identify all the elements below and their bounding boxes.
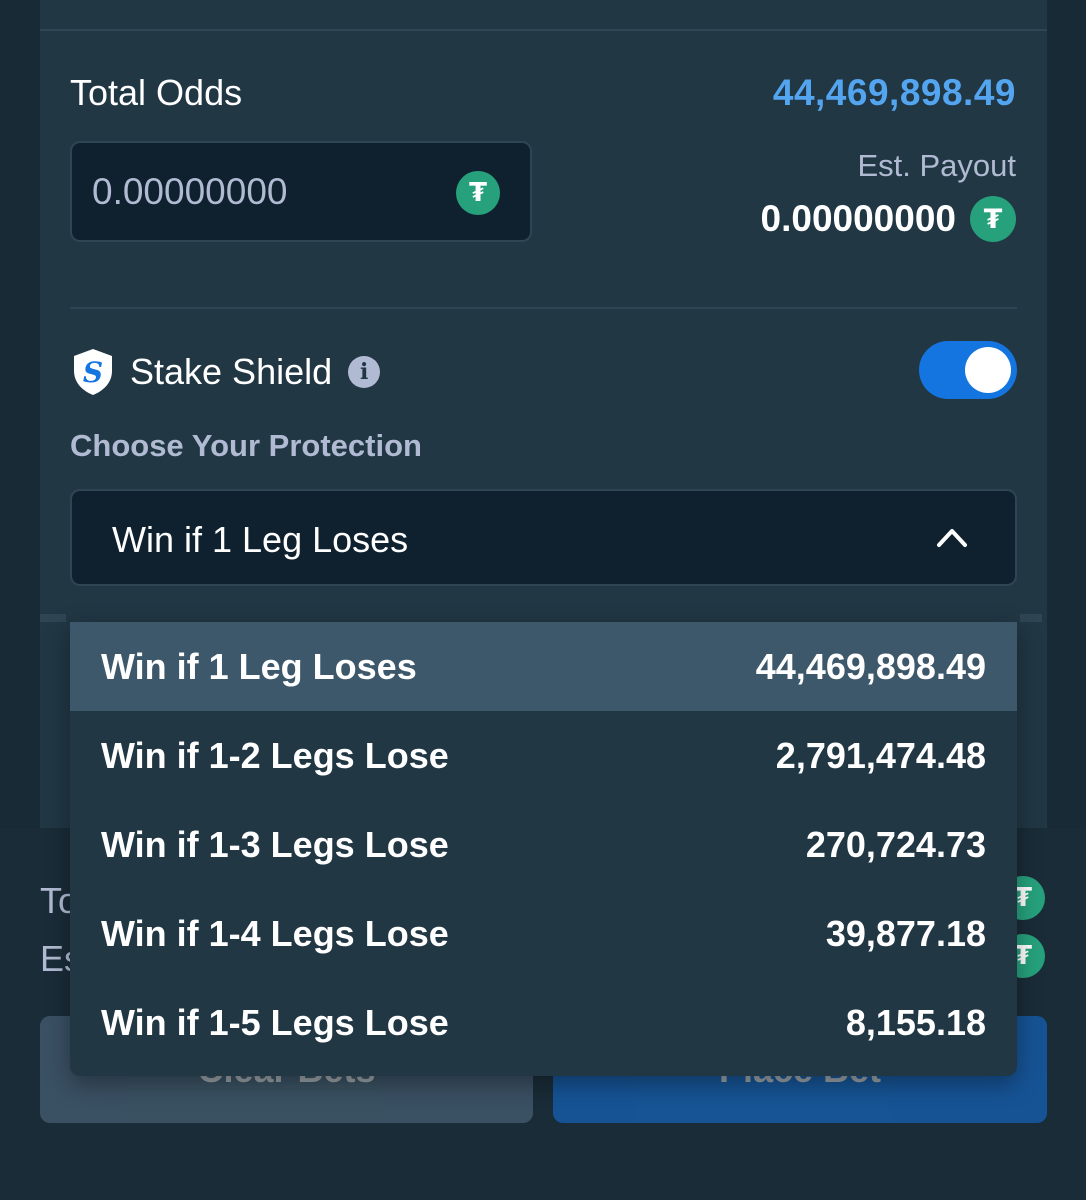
- est-payout-value: 0.00000000: [760, 198, 956, 239]
- total-odds-label: Total Odds: [70, 72, 243, 113]
- tether-icon: ₮: [970, 196, 1016, 242]
- option-odds: 39,877.18: [825, 912, 986, 954]
- panel-edge: [40, 614, 66, 622]
- protection-option[interactable]: Win if 1-4 Legs Lose 39,877.18: [70, 889, 1017, 978]
- protection-dropdown: Win if 1 Leg Loses 44,469,898.49 Win if …: [70, 622, 1017, 1076]
- shield-icon: S: [74, 349, 112, 395]
- est-payout-row: 0.00000000 ₮: [761, 196, 1016, 242]
- stake-shield-label: Stake Shield: [130, 351, 333, 392]
- svg-text:S: S: [83, 356, 103, 389]
- total-odds-value: 44,469,898.49: [772, 72, 1016, 113]
- choose-protection-label: Choose Your Protection: [70, 428, 422, 463]
- stake-shield-toggle[interactable]: [919, 341, 1017, 399]
- stake-shield-row: S Stake Shield i: [70, 345, 381, 399]
- option-label: Win if 1-2 Legs Lose: [101, 734, 449, 776]
- protection-option[interactable]: Win if 1-2 Legs Lose 2,791,474.48: [70, 711, 1017, 800]
- option-label: Win if 1-3 Legs Lose: [101, 823, 449, 865]
- option-odds: 8,155.18: [845, 1001, 986, 1043]
- info-icon[interactable]: i: [348, 356, 381, 388]
- est-payout-label: Est. Payout: [857, 148, 1016, 183]
- option-odds: 270,724.73: [805, 823, 986, 865]
- option-odds: 2,791,474.48: [775, 734, 986, 776]
- chevron-up-icon: [937, 529, 967, 547]
- section-divider: [70, 307, 1017, 309]
- option-label: Win if 1-4 Legs Lose: [101, 912, 449, 954]
- protection-select[interactable]: Win if 1 Leg Loses: [70, 489, 1017, 586]
- tether-icon: ₮: [456, 171, 500, 215]
- protection-select-value: Win if 1 Leg Loses: [112, 519, 409, 560]
- stake-input[interactable]: [92, 167, 442, 217]
- panel-edge: [1020, 614, 1042, 622]
- option-label: Win if 1-5 Legs Lose: [101, 1001, 449, 1043]
- option-label: Win if 1 Leg Loses: [101, 645, 417, 687]
- panel-divider: [40, 29, 1047, 31]
- protection-option[interactable]: Win if 1 Leg Loses 44,469,898.49: [70, 622, 1017, 711]
- protection-option[interactable]: Win if 1-3 Legs Lose 270,724.73: [70, 800, 1017, 889]
- toggle-knob: [965, 347, 1011, 393]
- option-odds: 44,469,898.49: [755, 645, 986, 687]
- stake-input-box[interactable]: ₮: [70, 141, 532, 242]
- protection-option[interactable]: Win if 1-5 Legs Lose 8,155.18: [70, 978, 1017, 1067]
